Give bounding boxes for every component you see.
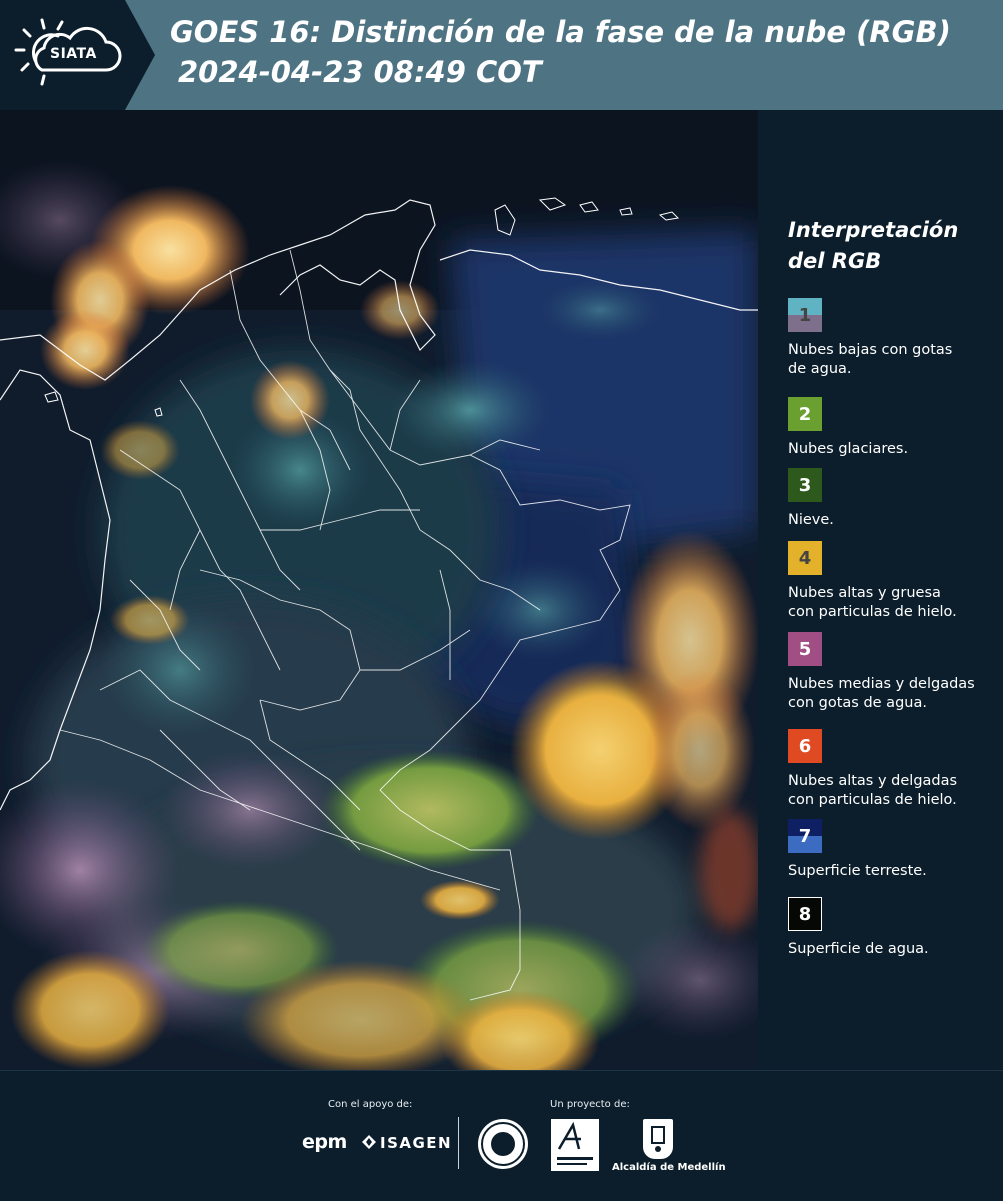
logo-text: SIATA xyxy=(50,46,97,62)
legend-swatch: 2 xyxy=(788,397,822,431)
timestamp: 2024-04-23 08:49 COT xyxy=(178,55,542,89)
legend-label: Superficie de agua. xyxy=(788,940,929,959)
isagen-icon xyxy=(362,1135,376,1149)
legend-label-line1: Nieve. xyxy=(788,512,834,528)
legend-label: Nubes glaciares. xyxy=(788,440,908,459)
isagen-logo[interactable]: ISAGEN xyxy=(380,1134,452,1152)
legend-title-line2: del RGB xyxy=(788,249,882,273)
legend-title-line1: Interpretación xyxy=(788,218,959,242)
legend-number: 8 xyxy=(798,903,812,925)
legend-swatch: 1 xyxy=(788,298,822,332)
legend-item: 4 Nubes altas y gruesa con particulas de h… xyxy=(788,541,957,622)
legend-number: 1 xyxy=(798,304,812,326)
legend-label: Nubes bajas con gotas de agua. xyxy=(788,341,952,379)
university-seal-icon[interactable] xyxy=(478,1119,528,1169)
epm-logo[interactable]: epm xyxy=(302,1131,347,1153)
satellite-image xyxy=(0,110,758,1070)
legend-number: 3 xyxy=(798,474,812,496)
legend-item: 3 Nieve. xyxy=(788,468,834,530)
siata-logo[interactable]: SIATA xyxy=(0,0,155,110)
legend-label-line2: de agua. xyxy=(788,361,852,377)
legend-label-line2: con gotas de agua. xyxy=(788,695,927,711)
legend-item: 5 Nubes medias y delgadas con gotas de agu… xyxy=(788,632,975,713)
legend-number: 5 xyxy=(798,638,812,660)
legend-label-line1: Superficie de agua. xyxy=(788,941,929,957)
legend-title: Interpretación del RGB xyxy=(788,215,998,277)
legend-swatch: 8 xyxy=(788,897,822,931)
legend-label: Nubes medias y delgadas con gotas de agua… xyxy=(788,675,975,713)
legend-number: 4 xyxy=(798,547,812,569)
legend-item: 8 Superficie de agua. xyxy=(788,897,929,959)
legend-item: 7 Superficie terreste. xyxy=(788,819,927,881)
footer-divider xyxy=(458,1117,459,1169)
area-metropolitana-logo[interactable] xyxy=(551,1119,599,1171)
legend-item: 6 Nubes altas y delgadas con particulas de… xyxy=(788,729,957,810)
legend-label-line2: con particulas de hielo. xyxy=(788,604,957,620)
satellite-map[interactable] xyxy=(0,110,758,1070)
legend-label: Nubes altas y delgadas con particulas de … xyxy=(788,772,957,810)
legend-label-line1: Nubes glaciares. xyxy=(788,441,909,457)
header-banner: SIATA GOES 16: Distinción de la fase de … xyxy=(0,0,1003,110)
alcaldia-shield-icon[interactable] xyxy=(643,1119,673,1159)
support-label: Con el apoyo de: xyxy=(328,1099,413,1110)
legend-swatch: 7 xyxy=(788,819,822,853)
legend-swatch: 5 xyxy=(788,632,822,666)
legend-label-line2: con particulas de hielo. xyxy=(788,792,957,808)
legend-label: Superficie terreste. xyxy=(788,862,927,881)
legend-number: 6 xyxy=(798,735,812,757)
legend-panel: Interpretación del RGB xyxy=(788,215,998,299)
legend-label-line1: Nubes altas y gruesa xyxy=(788,585,941,601)
legend-label-line1: Nubes medias y delgadas xyxy=(788,676,975,692)
footer: Con el apoyo de: epm ISAGEN Un proyecto … xyxy=(0,1070,1003,1201)
page-title: GOES 16: Distinción de la fase de la nub… xyxy=(170,15,951,49)
alcaldia-label[interactable]: Alcaldía de Medellín xyxy=(612,1162,726,1173)
legend-number: 7 xyxy=(798,825,812,847)
legend-label-line1: Superficie terreste. xyxy=(788,863,927,879)
project-label: Un proyecto de: xyxy=(550,1099,630,1110)
legend-label-line1: Nubes bajas con gotas xyxy=(788,342,953,358)
legend-label: Nubes altas y gruesa con particulas de hi… xyxy=(788,584,957,622)
legend-item: 1 Nubes bajas con gotas de agua. xyxy=(788,298,952,379)
legend-label-line1: Nubes altas y delgadas xyxy=(788,773,958,789)
legend-swatch: 3 xyxy=(788,468,822,502)
legend-swatch: 6 xyxy=(788,729,822,763)
legend-swatch: 4 xyxy=(788,541,822,575)
legend-item: 2 Nubes glaciares. xyxy=(788,397,908,459)
legend-number: 2 xyxy=(798,403,812,425)
legend-label: Nieve. xyxy=(788,511,834,530)
